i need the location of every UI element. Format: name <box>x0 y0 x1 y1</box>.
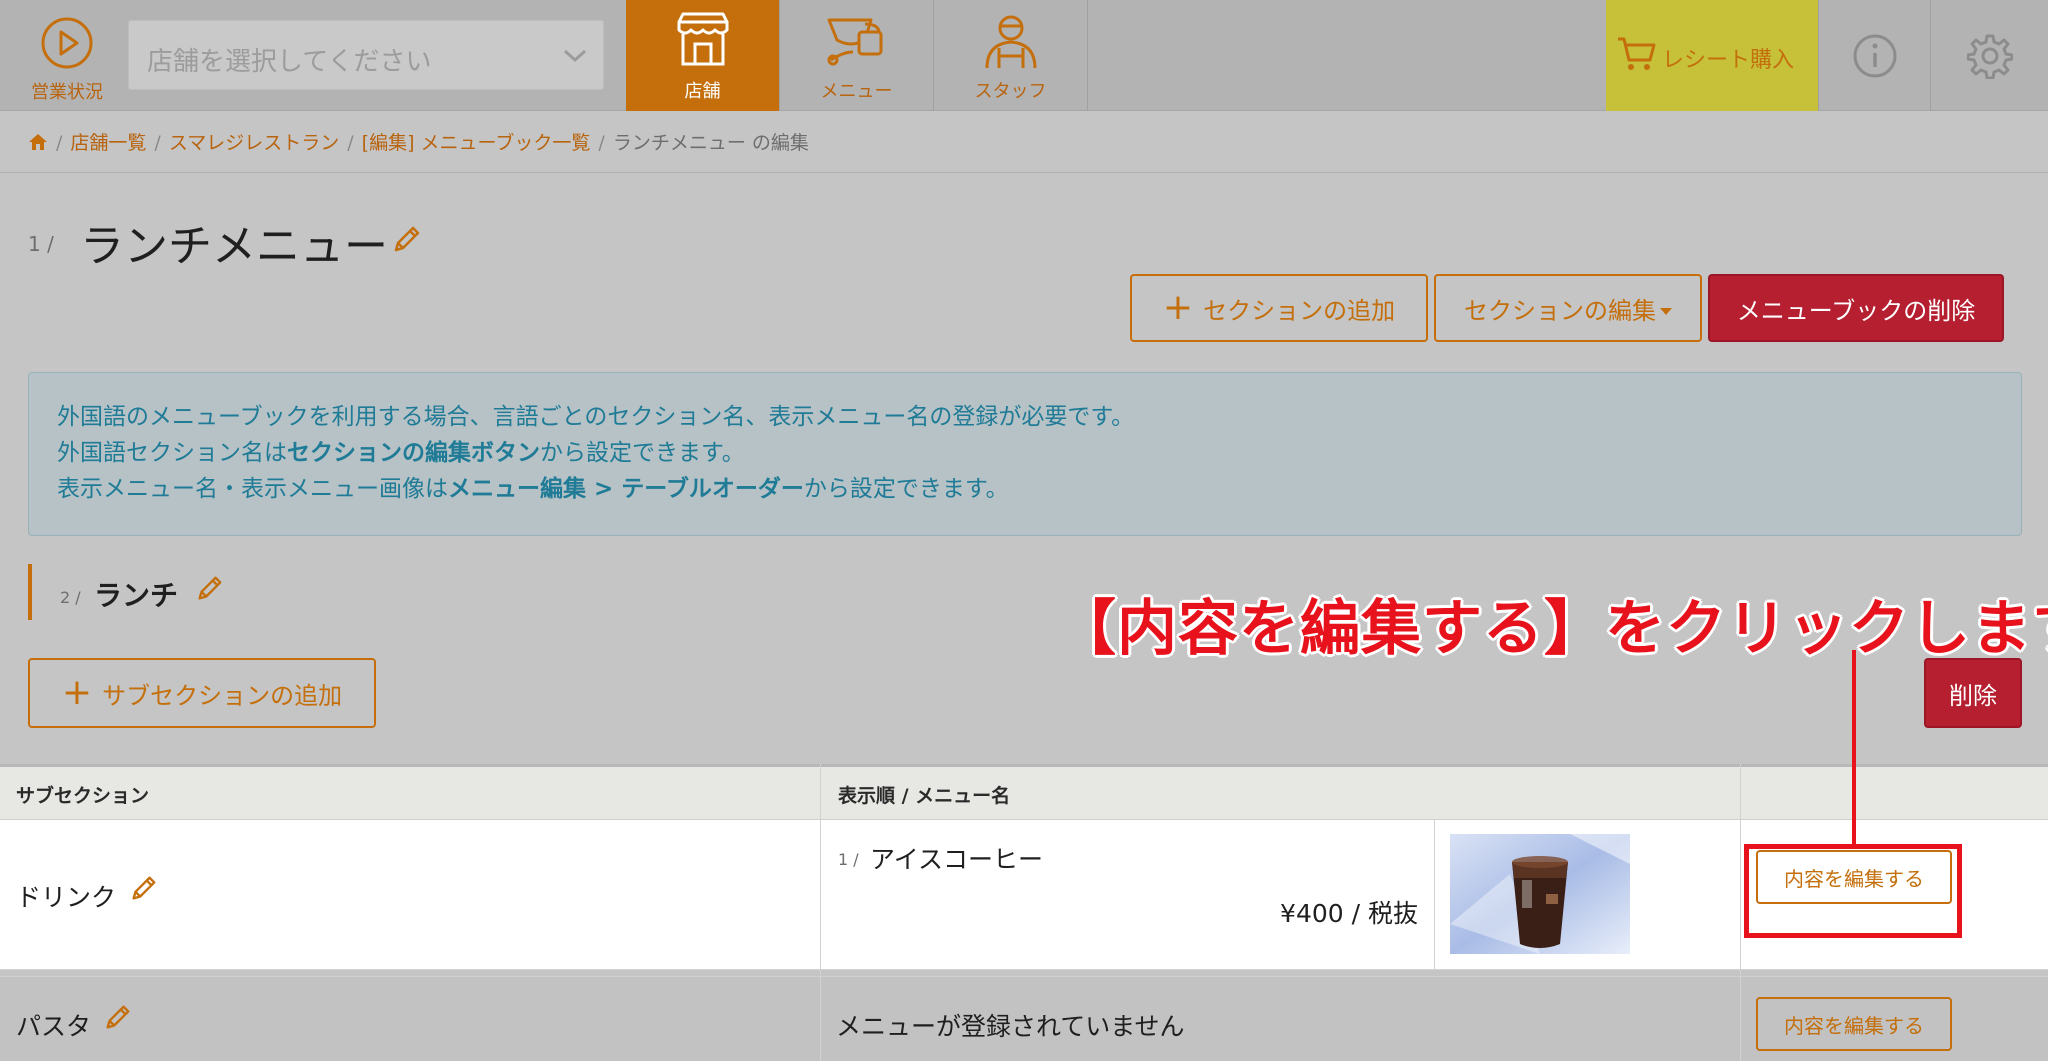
pencil-icon[interactable] <box>128 874 158 904</box>
page-title: ランチメニュー <box>80 221 388 272</box>
pencil-icon[interactable] <box>390 224 422 256</box>
menubook-number: 1 / <box>28 232 54 256</box>
chevron-down-icon <box>563 49 587 63</box>
info-icon <box>1853 34 1896 77</box>
section-accent-bar <box>28 564 32 620</box>
instruction-callout: 【内容を編集する】をクリックします。 <box>1056 594 2048 664</box>
info-line-2: 外国語セクション名はセクションの編集ボタンから設定できます。 <box>57 435 2021 471</box>
breadcrumb-restaurant[interactable]: スマレジレストラン <box>169 132 339 154</box>
breadcrumb-separator: / <box>154 132 161 154</box>
add-section-label: セクションの追加 <box>1203 296 1396 325</box>
tab-staff-label: スタッフ <box>974 81 1047 102</box>
delete-menubook-label: メニューブックの削除 <box>1736 296 1976 325</box>
header-order-menu-name: 表示順 / メニュー名 <box>838 785 1011 807</box>
business-status-button[interactable]: 営業状況 <box>0 0 124 111</box>
header-subsection: サブセクション <box>16 785 150 807</box>
tab-menu[interactable]: メニュー <box>780 0 934 111</box>
breadcrumb-separator: / <box>56 132 63 154</box>
callout-connector-line <box>1852 650 1856 846</box>
info-line-3-pre: 表示メニュー名・表示メニュー画像は <box>57 476 448 502</box>
subsection-name: パスタ <box>16 1012 92 1041</box>
breadcrumb-divider <box>0 172 2048 173</box>
menu-item-price: ¥400 / 税抜 <box>1280 899 1418 928</box>
column-divider <box>820 764 821 1061</box>
gear-icon <box>1966 34 2013 79</box>
info-line-2-pre: 外国語セクション名は <box>57 440 287 466</box>
home-icon[interactable] <box>28 133 48 151</box>
callout-highlight-box <box>1744 844 1962 938</box>
info-alert: 外国語のメニューブックを利用する場合、言語ごとのセクション名、表示メニュー名の登… <box>28 372 2022 536</box>
play-circle-icon <box>41 17 93 69</box>
store-select-dropdown[interactable]: 店舗を選択してください <box>128 20 604 90</box>
settings-button[interactable] <box>1930 0 2048 111</box>
store-select-placeholder: 店舗を選択してください <box>147 47 432 77</box>
subsection-name: ドリンク <box>16 883 117 912</box>
pencil-icon[interactable] <box>194 574 224 604</box>
edit-content-button[interactable]: 内容を編集する <box>1756 997 1952 1051</box>
plus-icon: + <box>61 672 93 713</box>
section-number: 2 / <box>60 588 81 607</box>
add-subsection-button[interactable]: + サブセクションの追加 <box>28 658 376 728</box>
edit-section-dropdown-button[interactable]: セクションの編集 <box>1434 274 1702 342</box>
menu-item-image <box>1450 834 1630 954</box>
info-line-2-post: から設定できます。 <box>540 440 745 466</box>
add-subsection-label: サブセクションの追加 <box>102 681 343 710</box>
edit-content-label: 内容を編集する <box>1784 1013 1924 1038</box>
info-line-1: 外国語のメニューブックを利用する場合、言語ごとのセクション名、表示メニュー名の登… <box>57 404 1135 430</box>
breadcrumb-current: ランチメニュー の編集 <box>612 132 809 154</box>
plus-icon: + <box>1162 287 1194 328</box>
menu-cup-icon <box>827 18 882 66</box>
menu-item-number: 1 / <box>838 850 859 869</box>
breadcrumb-menubook-list[interactable]: [編集] メニューブック一覧 <box>362 132 591 154</box>
column-divider <box>1740 764 1741 1061</box>
edit-section-label: セクションの編集 <box>1464 296 1656 325</box>
breadcrumb-separator: / <box>598 132 605 154</box>
breadcrumb-store-list[interactable]: 店舗一覧 <box>70 132 146 154</box>
store-icon <box>677 12 728 66</box>
receipt-purchase-button[interactable]: レシート購入 <box>1606 0 1818 111</box>
column-divider <box>1434 820 1435 970</box>
business-status-label: 営業状況 <box>31 82 103 103</box>
breadcrumb: / 店舗一覧 / スマレジレストラン / [編集] メニューブック一覧 / ランチメニュー の… <box>28 128 809 155</box>
receipt-purchase-label: レシート購入 <box>1662 48 1795 73</box>
info-line-2-bold: セクションの編集ボタン <box>287 440 540 466</box>
staff-icon <box>985 15 1036 69</box>
tab-store-label: 店舗 <box>684 81 721 102</box>
tab-store[interactable]: 店舗 <box>626 0 780 111</box>
cart-icon <box>1618 37 1656 70</box>
tab-menu-label: メニュー <box>820 81 893 102</box>
info-button[interactable] <box>1818 0 1930 111</box>
add-section-button[interactable]: + セクションの追加 <box>1130 274 1428 342</box>
caret-down-icon <box>1660 307 1672 315</box>
empty-menu-message: メニューが登録されていません <box>836 1012 1185 1041</box>
tab-staff[interactable]: スタッフ <box>934 0 1088 111</box>
top-navigation-bar: 営業状況 店舗を選択してください 店舗 メニュー スタッフ レシート購入 <box>0 0 2048 111</box>
pencil-icon[interactable] <box>102 1003 132 1033</box>
delete-menubook-button[interactable]: メニューブックの削除 <box>1708 274 2004 342</box>
info-line-3-bold: メニュー編集 > テーブルオーダー <box>448 476 804 502</box>
info-line-3-post: から設定できます。 <box>803 476 1009 502</box>
delete-section-label: 削除 <box>1949 681 1997 710</box>
delete-section-button[interactable]: 削除 <box>1924 658 2022 728</box>
menu-item-name: アイスコーヒー <box>870 845 1044 874</box>
info-line-3: 表示メニュー名・表示メニュー画像はメニュー編集 > テーブルオーダーから設定でき… <box>57 471 2021 507</box>
breadcrumb-separator: / <box>347 132 354 154</box>
iced-coffee-image <box>1450 834 1630 954</box>
section-name: ランチ <box>94 579 179 612</box>
